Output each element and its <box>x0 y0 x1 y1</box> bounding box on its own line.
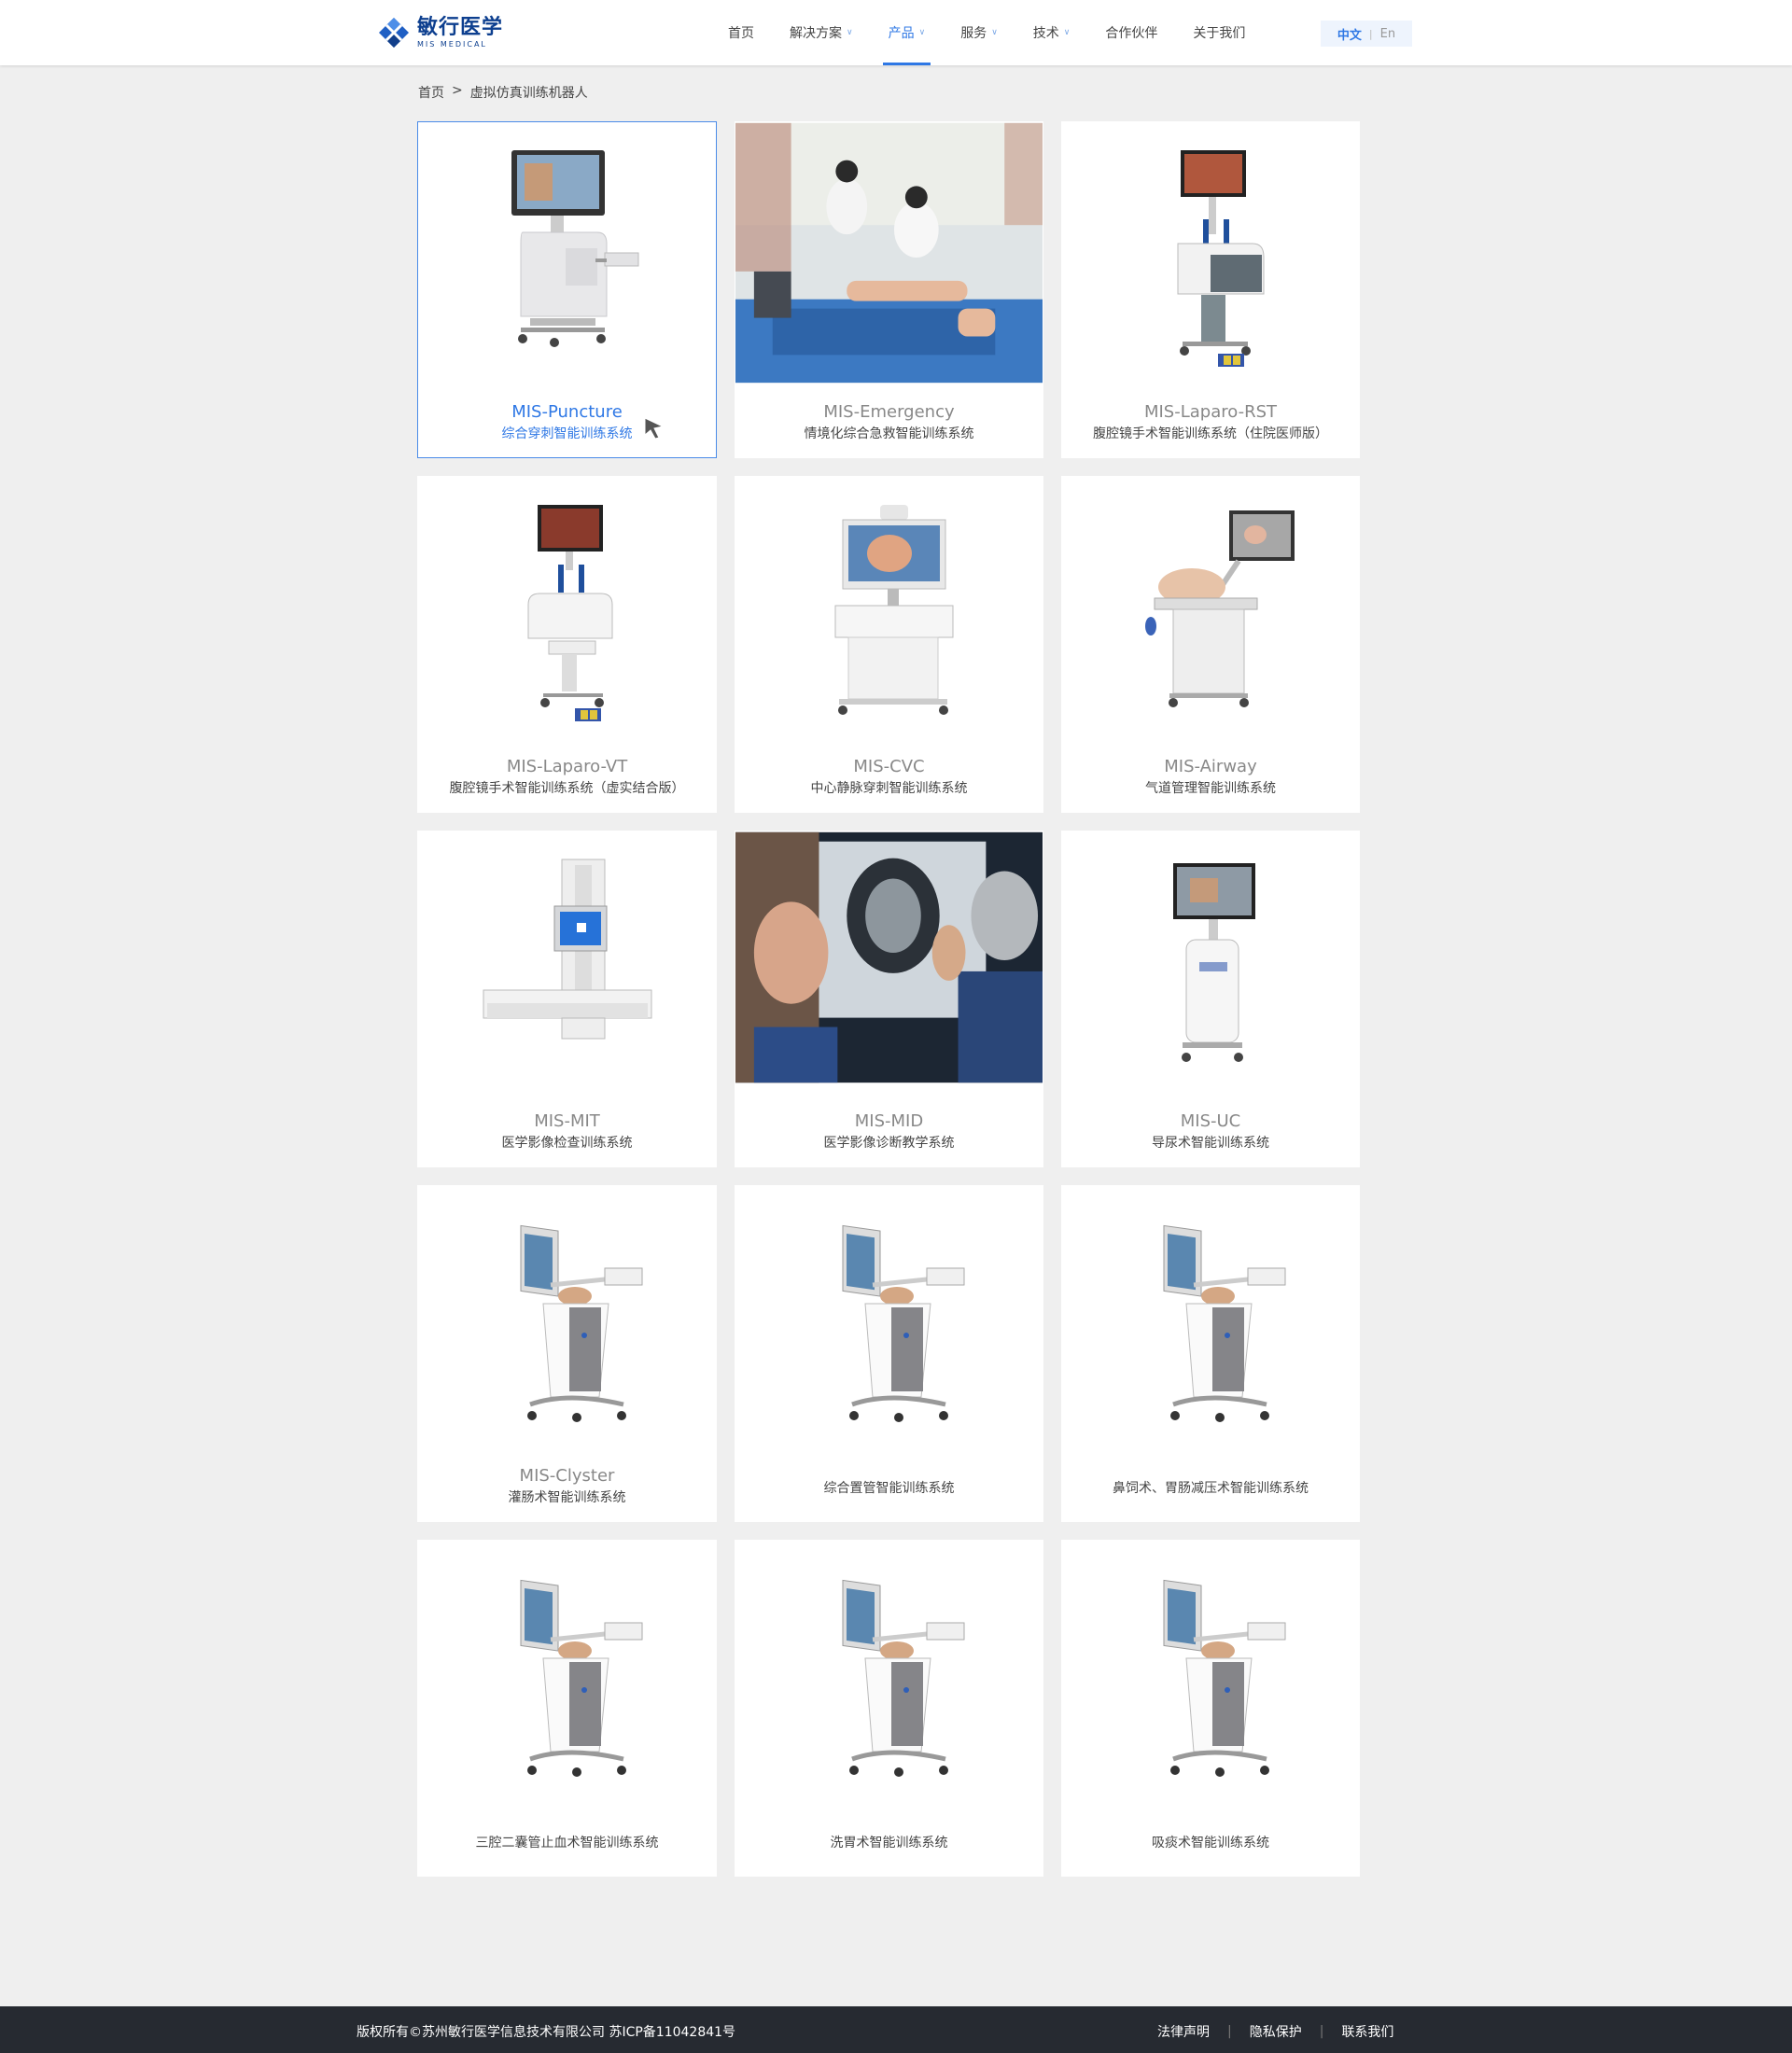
product-desc: 导尿术智能训练系统 <box>1152 1136 1269 1151</box>
nav-about-label: 关于我们 <box>1193 26 1246 41</box>
product-card[interactable]: MIS-Laparo-RST 腹腔镜手术智能训练系统（住院医师版） <box>1061 121 1360 458</box>
product-desc: 医学影像检查训练系统 <box>501 1136 633 1151</box>
product-image <box>418 1541 716 1802</box>
product-name: MIS-CVC <box>853 757 925 776</box>
nav-technology[interactable]: 技术 ∨ <box>1033 0 1071 65</box>
lang-cn[interactable]: 中文 <box>1337 25 1362 43</box>
product-card[interactable]: MIS-UC 导尿术智能训练系统 <box>1061 831 1360 1167</box>
nav-solutions-label: 解决方案 <box>790 26 842 41</box>
product-card[interactable]: MIS-Airway 气道管理智能训练系统 <box>1061 476 1360 813</box>
product-desc: 三腔二囊管止血术智能训练系统 <box>475 1836 659 1850</box>
nav-solutions[interactable]: 解决方案 ∨ <box>790 0 853 65</box>
product-image <box>1062 831 1359 1093</box>
product-desc: 吸痰术智能训练系统 <box>1152 1836 1269 1850</box>
product-name: MIS-MID <box>854 1111 924 1131</box>
product-image <box>735 1541 1043 1802</box>
product-desc: 综合穿刺智能训练系统 <box>501 426 633 441</box>
product-card[interactable]: MIS-Clyster 灌肠术智能训练系统 <box>417 1185 717 1522</box>
chevron-down-icon: ∨ <box>847 28 853 37</box>
product-card[interactable]: 鼻饲术、胃肠减压术智能训练系统 <box>1061 1185 1360 1522</box>
logo[interactable]: 敏行医学 MIS MEDICAL <box>378 15 503 50</box>
product-card[interactable]: MIS-CVC 中心静脉穿刺智能训练系统 <box>735 476 1043 813</box>
product-card[interactable]: 综合置管智能训练系统 <box>735 1185 1043 1522</box>
site-header: 敏行医学 MIS MEDICAL 首页 解决方案 ∨ 产品 ∨ 服务 ∨ 技术 ∨ 合作… <box>0 0 1792 65</box>
product-desc: 综合置管智能训练系统 <box>823 1481 955 1496</box>
nav-home[interactable]: 首页 <box>728 0 754 65</box>
product-name: MIS-Clyster <box>519 1466 615 1486</box>
lang-divider: | <box>1368 27 1373 40</box>
product-name: MIS-Puncture <box>511 402 623 422</box>
footer-link-legal[interactable]: 法律声明 <box>1157 2022 1210 2041</box>
product-name: MIS-Emergency <box>823 402 955 422</box>
product-name: MIS-Laparo-RST <box>1143 402 1278 422</box>
nav-home-label: 首页 <box>728 26 754 41</box>
breadcrumb-current: 虚拟仿真训练机器人 <box>469 86 588 101</box>
product-grid: MIS-Puncture 综合穿刺智能训练系统 MIS-Emergency 情境… <box>417 121 1360 1877</box>
product-image <box>418 122 716 384</box>
breadcrumb: 首页 > 虚拟仿真训练机器人 <box>418 83 588 102</box>
product-name: MIS-UC <box>1180 1111 1241 1131</box>
language-switch: 中文 | En <box>1321 21 1412 47</box>
product-image <box>1062 477 1359 738</box>
product-card[interactable]: 三腔二囊管止血术智能训练系统 <box>417 1540 717 1877</box>
product-image <box>1062 1186 1359 1447</box>
product-desc: 洗胃术智能训练系统 <box>830 1836 948 1850</box>
product-desc: 腹腔镜手术智能训练系统（虚实结合版） <box>449 781 685 796</box>
breadcrumb-separator: > <box>452 83 463 98</box>
product-card[interactable]: 吸痰术智能训练系统 <box>1061 1540 1360 1877</box>
logo-subtitle: MIS MEDICAL <box>417 39 487 49</box>
site-footer: 版权所有©苏州敏行医学信息技术有限公司 苏ICP备11042841号 法律声明 … <box>0 2006 1792 2053</box>
footer-divider: | <box>1319 2024 1324 2039</box>
logo-title: 敏行医学 <box>417 15 504 39</box>
chevron-down-icon: ∨ <box>991 28 998 37</box>
product-image <box>418 831 716 1093</box>
product-name: MIS-Airway <box>1164 757 1257 776</box>
nav-services[interactable]: 服务 ∨ <box>960 0 998 65</box>
footer-link-privacy[interactable]: 隐私保护 <box>1250 2022 1302 2041</box>
footer-divider: | <box>1227 2024 1232 2039</box>
product-card[interactable]: MIS-Puncture 综合穿刺智能训练系统 <box>417 121 717 458</box>
product-desc: 鼻饲术、胃肠减压术智能训练系统 <box>1113 1481 1309 1496</box>
product-image <box>735 477 1043 738</box>
product-desc: 腹腔镜手术智能训练系统（住院医师版） <box>1093 426 1328 441</box>
logo-mark-icon <box>379 18 409 48</box>
nav-about[interactable]: 关于我们 <box>1193 0 1245 65</box>
chevron-down-icon: ∨ <box>1063 28 1071 37</box>
nav-partners[interactable]: 合作伙伴 <box>1105 0 1157 65</box>
product-image <box>418 477 716 738</box>
product-card[interactable]: MIS-Emergency 情境化综合急救智能训练系统 <box>735 121 1043 458</box>
nav-products[interactable]: 产品 ∨ <box>882 0 931 65</box>
product-card[interactable]: MIS-Laparo-VT 腹腔镜手术智能训练系统（虚实结合版） <box>417 476 717 813</box>
nav-services-label: 服务 <box>960 26 987 41</box>
product-image <box>735 831 1043 1083</box>
product-desc: 中心静脉穿刺智能训练系统 <box>810 781 968 796</box>
product-desc: 情境化综合急救智能训练系统 <box>804 426 974 441</box>
main-nav: 首页 解决方案 ∨ 产品 ∨ 服务 ∨ 技术 ∨ 合作伙伴 关于我们 <box>728 0 1281 65</box>
chevron-down-icon: ∨ <box>918 28 926 37</box>
product-image <box>735 122 1043 384</box>
nav-partners-label: 合作伙伴 <box>1105 26 1158 41</box>
product-name: MIS-Laparo-VT <box>506 757 628 776</box>
nav-products-label: 产品 <box>888 26 915 41</box>
product-card[interactable]: 洗胃术智能训练系统 <box>735 1540 1043 1877</box>
product-desc: 气道管理智能训练系统 <box>1145 781 1276 796</box>
product-name: MIS-MIT <box>534 1111 600 1131</box>
product-image <box>735 1186 1043 1447</box>
product-image <box>1062 122 1359 384</box>
breadcrumb-home[interactable]: 首页 <box>418 83 444 102</box>
product-desc: 医学影像诊断教学系统 <box>823 1136 955 1151</box>
product-image <box>1062 1541 1359 1802</box>
product-card[interactable]: MIS-MIT 医学影像检查训练系统 <box>417 831 717 1167</box>
product-image <box>418 1186 716 1447</box>
footer-link-contact[interactable]: 联系我们 <box>1341 2022 1393 2041</box>
footer-links: 法律声明 | 隐私保护 | 联系我们 <box>1157 2022 1393 2041</box>
mouse-cursor-icon <box>644 417 665 440</box>
nav-technology-label: 技术 <box>1032 26 1059 41</box>
product-desc: 灌肠术智能训练系统 <box>508 1490 626 1505</box>
lang-en[interactable]: En <box>1380 27 1395 41</box>
product-card[interactable]: MIS-MID 医学影像诊断教学系统 <box>735 831 1043 1167</box>
footer-copyright: 版权所有©苏州敏行医学信息技术有限公司 苏ICP备11042841号 <box>357 2025 736 2040</box>
